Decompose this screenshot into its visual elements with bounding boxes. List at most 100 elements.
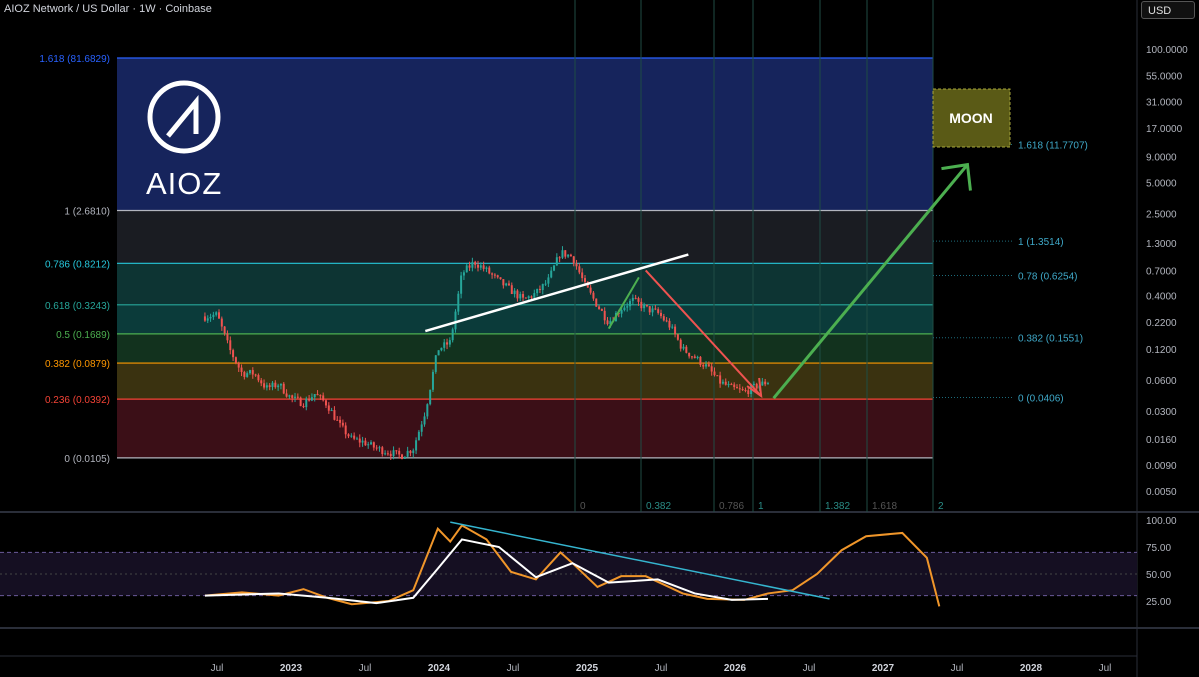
rsi-tick-label: 100.00 [1146,516,1177,527]
candle-body [364,440,367,446]
price-tick-label: 0.2200 [1146,318,1177,329]
time-tick-label: Jul [951,663,964,674]
candle-body [386,453,389,455]
price-tick-label: 0.0300 [1146,407,1177,418]
candle-body [761,381,764,386]
candle-body [488,267,491,274]
time-tick-label: Jul [1099,663,1112,674]
candle-body [623,307,626,311]
candle-body [440,347,443,351]
fib-level-label: 0.382 (0.0879) [45,359,110,370]
candle-body [412,450,415,454]
candle-body [341,422,344,426]
candle-body [674,326,677,335]
candle-body [705,364,708,367]
candle-body [417,431,420,441]
time-tick-label: Jul [359,663,372,674]
candle-body [766,383,769,385]
candle-body [713,371,716,376]
currency-button[interactable]: USD [1141,1,1195,19]
candle-body [620,310,623,314]
price-tick-label: 0.4000 [1146,291,1177,302]
candle-body [561,250,564,258]
ext-level-label: 1.618 (11.7707) [1018,140,1088,151]
candle-body [505,283,508,286]
candle-body [409,450,412,454]
candle-body [727,384,730,386]
candle-body [629,300,632,307]
candle-body [460,275,463,294]
candle-body [308,398,311,401]
candle-body [299,397,302,406]
candle-body [595,298,598,307]
candle-body [645,304,648,307]
time-fib-label: 1.382 [825,501,850,512]
candle-body [572,256,575,264]
candle-body [699,356,702,365]
candle-body [522,294,525,298]
fib-zone [117,304,933,334]
candle-body [702,364,705,367]
candle-body [353,435,356,439]
price-tick-label: 31.0000 [1146,97,1183,108]
candle-body [575,263,578,267]
time-fib-label: 0.382 [646,501,671,512]
fib-zone [117,58,933,211]
candle-body [246,373,249,377]
candle-body [541,284,544,290]
candle-body [203,316,206,321]
candle-body [268,385,271,387]
fib-level-label: 0 (0.0105) [64,454,110,465]
price-tick-label: 0.0600 [1146,376,1177,387]
candle-body [322,395,325,401]
ext-level-label: 0.78 (0.6254) [1018,271,1078,282]
time-tick-label: 2026 [724,663,747,674]
price-tick-label: 55.0000 [1146,72,1183,83]
time-fib-label: 2 [938,501,944,512]
candle-body [567,254,570,257]
candle-body [736,387,739,389]
price-tick-label: 0.1200 [1146,345,1177,356]
candle-body [254,374,257,376]
candle-body [668,320,671,328]
candle-body [462,272,465,276]
moon-label: MOON [949,110,993,126]
candle-body [420,424,423,432]
candle-body [752,383,755,385]
candle-body [344,425,347,435]
candle-body [716,375,719,377]
fib-level-label: 1 (2.6810) [64,207,110,218]
candle [282,382,285,395]
candle-body [367,444,370,446]
candle-body [347,434,350,437]
candle-body [291,395,294,398]
candle-body [339,419,342,423]
candle-body [519,294,522,299]
candle-body [533,293,536,298]
candle-body [279,383,282,386]
candle-body [333,410,336,420]
candle-body [248,370,251,374]
candle-body [626,306,629,308]
price-tick-label: 17.0000 [1146,124,1183,135]
candle-body [690,356,693,358]
candle-body [395,450,398,452]
candle-body [581,272,584,279]
rsi-tick-label: 75.00 [1146,543,1171,554]
candle-body [564,250,567,257]
candle [676,333,679,341]
fib-level-label: 0.618 (0.3243) [45,301,110,312]
candle-body [372,442,375,448]
candle-body [229,340,232,351]
candle-body [206,318,209,321]
candle-body [710,366,713,372]
candle-body [600,308,603,311]
candle-body [361,440,364,443]
fib-level-label: 0.5 (0.1689) [56,330,110,341]
candle-body [491,273,494,275]
candle-body [502,279,505,286]
candle-body [550,270,553,278]
candle-body [274,382,277,388]
price-tick-label: 2.5000 [1146,210,1177,221]
candle-body [747,390,750,395]
